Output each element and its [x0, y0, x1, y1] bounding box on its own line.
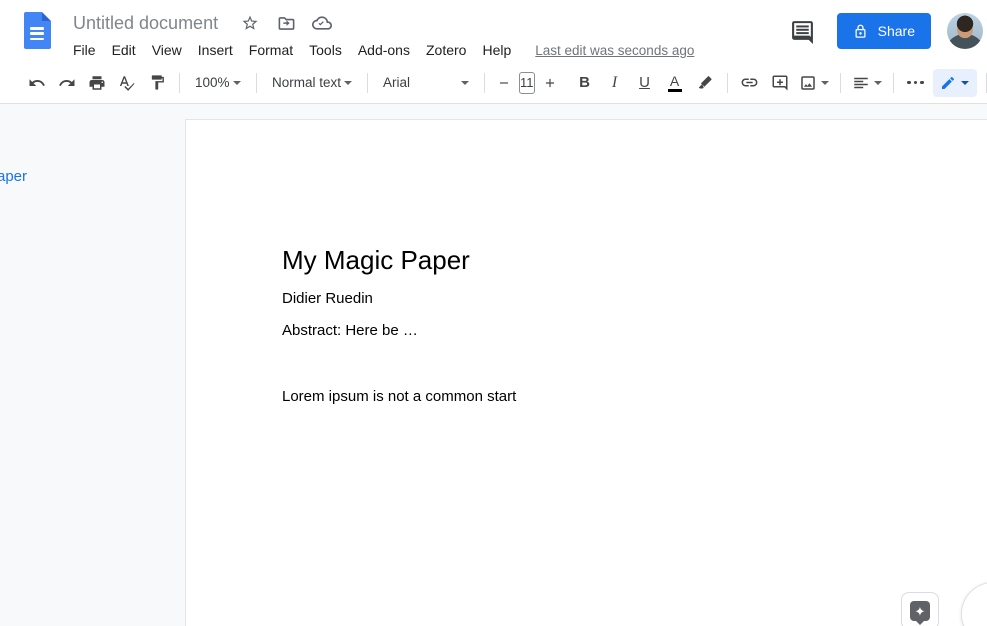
account-avatar[interactable]: [947, 13, 983, 49]
chevron-down-icon: [233, 80, 241, 85]
editing-mode-pencil-icon: [942, 76, 955, 89]
chevron-down-icon: [820, 80, 829, 85]
star-icon[interactable]: [240, 13, 260, 33]
toolbar: 100% Normal text Arial 11 B I U A: [0, 62, 987, 104]
menu-bar: File Edit View Insert Format Tools Add-o…: [73, 40, 789, 60]
app-header: Untitled document File Edit View Insert …: [0, 0, 987, 62]
comments-icon: [792, 20, 814, 44]
toolbar-separator: [179, 72, 180, 93]
document-canvas: aper My Magic Paper Didier Ruedin Abstra…: [0, 104, 987, 626]
doc-paragraph-text[interactable]: Lorem ipsum is not a common start: [282, 388, 987, 405]
toolbar-separator: [367, 72, 368, 93]
font-family-value: Arial: [383, 75, 411, 90]
lock-icon: [855, 24, 866, 38]
doc-title-text[interactable]: My Magic Paper: [282, 244, 987, 276]
italic-icon: I: [611, 73, 618, 91]
share-label: Share: [877, 23, 915, 39]
open-comments-button[interactable]: [789, 17, 817, 45]
font-family-dropdown[interactable]: Arial: [375, 69, 477, 97]
align-icon: [853, 77, 868, 88]
insert-image-icon: [800, 75, 815, 90]
undo-button[interactable]: [23, 69, 51, 97]
redo-icon: [59, 78, 75, 86]
toolbar-separator: [256, 72, 257, 93]
move-to-folder-icon[interactable]: [276, 13, 296, 33]
menu-edit[interactable]: Edit: [104, 40, 144, 60]
text-color-icon: A: [667, 74, 682, 92]
explore-button[interactable]: ✦: [901, 592, 939, 626]
decrease-font-size-button[interactable]: [493, 69, 515, 97]
header-main: Untitled document File Edit View Insert …: [73, 0, 789, 60]
menu-insert[interactable]: Insert: [190, 40, 241, 60]
toolbar-separator: [726, 72, 728, 93]
bold-button[interactable]: B: [571, 69, 599, 97]
doc-abstract-text[interactable]: Abstract: Here be …: [282, 322, 987, 339]
print-button[interactable]: [83, 69, 111, 97]
paint-format-button[interactable]: [143, 69, 171, 97]
italic-button[interactable]: I: [601, 69, 629, 97]
paragraph-style-value: Normal text: [272, 75, 342, 90]
chevron-down-icon: [873, 80, 882, 85]
more-options-button[interactable]: [902, 69, 930, 97]
share-button[interactable]: Share: [836, 13, 931, 49]
menu-zotero[interactable]: Zotero: [418, 40, 474, 60]
menu-format[interactable]: Format: [241, 40, 301, 60]
underline-button[interactable]: U: [631, 69, 659, 97]
chevron-down-icon: [461, 80, 469, 85]
toolbar-separator: [484, 72, 485, 93]
zoom-dropdown[interactable]: 100%: [187, 69, 249, 97]
title-row: Untitled document: [73, 8, 789, 38]
highlight-color-button[interactable]: [691, 69, 719, 97]
explore-sparkle-icon: ✦: [910, 601, 930, 621]
align-dropdown[interactable]: [848, 69, 886, 97]
menu-view[interactable]: View: [144, 40, 190, 60]
header-right: Share: [789, 13, 983, 49]
document-title[interactable]: Untitled document: [73, 13, 218, 34]
menu-tools[interactable]: Tools: [301, 40, 350, 60]
chevron-down-icon: [344, 80, 352, 85]
editing-mode-button[interactable]: [932, 68, 977, 97]
paint-format-icon: [151, 75, 164, 90]
redo-button[interactable]: [53, 69, 81, 97]
minus-icon: [499, 81, 509, 84]
plus-icon: [545, 78, 554, 87]
paragraph-style-dropdown[interactable]: Normal text: [264, 69, 360, 97]
page-content: My Magic Paper Didier Ruedin Abstract: H…: [186, 120, 987, 405]
insert-link-button[interactable]: [736, 69, 764, 97]
bold-icon: B: [579, 74, 590, 91]
add-comment-button[interactable]: [766, 69, 794, 97]
insert-link-icon: [741, 78, 758, 87]
underline-icon: U: [639, 74, 650, 91]
document-page[interactable]: My Magic Paper Didier Ruedin Abstract: H…: [185, 119, 987, 626]
toolbar-separator: [985, 72, 987, 93]
increase-font-size-button[interactable]: [539, 69, 561, 97]
more-icon: [907, 80, 924, 85]
spellcheck-icon: [119, 75, 135, 91]
highlight-icon: [698, 76, 712, 89]
spellcheck-button[interactable]: [113, 69, 141, 97]
outline-item[interactable]: aper: [0, 168, 27, 185]
font-size-input[interactable]: 11: [519, 71, 535, 94]
menu-help[interactable]: Help: [474, 40, 519, 60]
add-comment-icon: [772, 75, 787, 90]
docs-logo-lines: [30, 27, 44, 43]
undo-icon: [29, 78, 45, 86]
zoom-value: 100%: [195, 75, 230, 90]
doc-author-text[interactable]: Didier Ruedin: [282, 290, 987, 307]
text-color-button[interactable]: A: [661, 69, 689, 97]
menu-file[interactable]: File: [65, 40, 104, 60]
chevron-down-icon: [961, 80, 969, 85]
print-icon: [89, 75, 105, 90]
docs-logo-icon[interactable]: [24, 12, 51, 49]
last-edit-link[interactable]: Last edit was seconds ago: [535, 43, 694, 58]
cloud-saved-icon[interactable]: [312, 13, 333, 33]
menu-addons[interactable]: Add-ons: [350, 40, 418, 60]
toolbar-separator: [839, 72, 841, 93]
toolbar-separator: [892, 72, 894, 93]
insert-image-button[interactable]: [795, 69, 833, 97]
